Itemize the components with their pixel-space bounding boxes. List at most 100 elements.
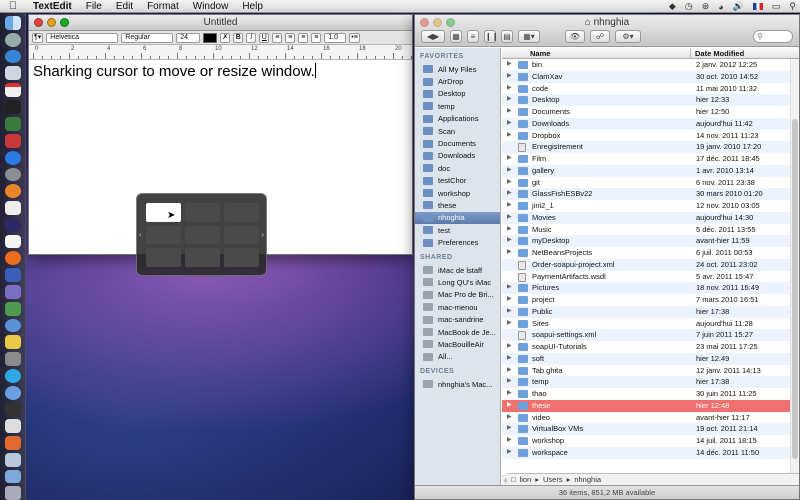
disclosure-triangle-icon[interactable]: ▶ [507, 388, 512, 400]
bold-button[interactable]: B [233, 32, 244, 43]
font-family-select[interactable]: Helvetica [46, 32, 119, 43]
blender-dock-icon[interactable] [4, 184, 21, 199]
time-machine-icon[interactable]: ◷ [685, 1, 693, 12]
app-dock-icon-yellow[interactable] [4, 335, 21, 350]
disclosure-triangle-icon[interactable]: ▶ [507, 235, 512, 247]
safari-dock-icon[interactable] [4, 49, 21, 64]
disclosure-triangle-icon[interactable]: ▶ [507, 177, 512, 189]
underline-button[interactable]: U [259, 32, 270, 43]
disclosure-triangle-icon[interactable]: ▶ [507, 435, 512, 447]
disclosure-triangle-icon[interactable]: ▶ [507, 153, 512, 165]
menu-window[interactable]: Window [186, 1, 236, 12]
sidebar-item[interactable]: Applications [415, 113, 500, 125]
disclosure-triangle-icon[interactable]: ▶ [507, 212, 512, 224]
file-row[interactable]: ▶ Desktop hier 12:33 [502, 94, 799, 106]
app-dock-icon-orange[interactable] [4, 436, 21, 450]
file-row[interactable]: soapui-settings.xml 7 juin 2011 15:27 [502, 329, 799, 341]
file-row[interactable]: ▶ NetBeansProjects 6 juil. 2011 00:53 [502, 247, 799, 259]
file-row[interactable]: PaymentArtifacts.wsdl 5 avr. 2011 15:47 [502, 271, 799, 283]
vertical-scrollbar[interactable] [790, 59, 799, 475]
file-row[interactable]: ▶ soapUI-Tutorials 23 mai 2011 17:25 [502, 341, 799, 353]
align-center-button[interactable]: ≡ [285, 32, 296, 43]
sidebar-item[interactable]: Preferences [415, 236, 500, 248]
app-dock-icon-blue[interactable] [4, 268, 21, 283]
name-column-header[interactable]: Name [530, 48, 550, 59]
close-button[interactable] [34, 18, 43, 27]
align-right-button[interactable]: ≡ [298, 32, 309, 43]
font-style-select[interactable]: Regular [121, 32, 174, 43]
input-source-flag-icon[interactable] [752, 3, 763, 10]
view-column-button[interactable]: ❙❙ [484, 29, 498, 43]
action-gear-button[interactable]: ⚙▾ [615, 29, 641, 43]
sidebar-item[interactable]: mac-menou [415, 301, 500, 313]
file-row[interactable]: ▶ project 7 mars 2010 16:51 [502, 294, 799, 306]
sidebar-item[interactable]: mac-sandrine [415, 313, 500, 325]
disclosure-triangle-icon[interactable]: ▶ [507, 423, 512, 435]
disclosure-triangle-icon[interactable]: ▶ [507, 94, 512, 106]
disclosure-triangle-icon[interactable]: ▶ [507, 71, 512, 83]
system-preferences-dock-icon[interactable] [4, 167, 21, 182]
disclosure-triangle-icon[interactable]: ▶ [507, 294, 512, 306]
layout-cell-middle-left[interactable] [146, 225, 181, 245]
file-row[interactable]: ▶ code 11 mai 2010 11:32 [502, 83, 799, 95]
disclosure-triangle-icon[interactable]: ▶ [507, 400, 512, 412]
file-row[interactable]: ▶ Downloads aujourd'hui 11:42 [502, 117, 799, 130]
activity-dock-icon[interactable] [4, 117, 21, 132]
file-row[interactable]: ▶ VirtualBox VMs 19 oct. 2011 21:14 [502, 423, 799, 435]
menu-app-name[interactable]: TextEdit [26, 1, 79, 12]
app-dock-icon-green[interactable] [4, 301, 21, 316]
switcher-right-arrow-icon[interactable]: › [261, 230, 264, 239]
zoom-button[interactable] [60, 18, 69, 27]
file-row[interactable]: ▶ myDesktop avant-hier 11:59 [502, 235, 799, 247]
finder-titlebar[interactable]: ⌂ nhnghia ◀▶ ▦ ≡ ❙❙ ▤ ▦▾ 👁 ☍ ⚙▾ ⚲ [415, 15, 799, 47]
file-row[interactable]: ▶ Tab ghita 12 janv. 2011 14:13 [502, 365, 799, 377]
launchpad-dock-icon[interactable] [4, 32, 21, 47]
sidebar-item[interactable]: MacBook de Je... [415, 326, 500, 338]
sidebar-item[interactable]: test [415, 224, 500, 236]
layout-cell-bottom-left[interactable] [146, 248, 181, 267]
sidebar-item[interactable]: nhnghia [415, 211, 500, 225]
vertical-scroll-thumb[interactable] [792, 119, 798, 459]
file-row[interactable]: ▶ ClamXav 30 oct. 2010 14:52 [502, 70, 799, 83]
disclosure-triangle-icon[interactable]: ▶ [507, 165, 512, 177]
sidebar-item[interactable]: Desktop [415, 88, 500, 100]
sidebar-item[interactable]: iMac de lstaff [415, 264, 500, 276]
date-column-header[interactable]: Date Modified [690, 48, 744, 59]
minimize-button[interactable] [47, 18, 56, 27]
disclosure-triangle-icon[interactable]: ▶ [507, 224, 512, 236]
app-dock-icon-red[interactable] [4, 134, 21, 148]
layout-cell-bottom-center[interactable] [185, 248, 220, 267]
ruler[interactable]: 0 2 4 6 8 10 12 14 16 18 20 [29, 45, 412, 60]
app-dock-icon-purple[interactable] [4, 285, 21, 299]
view-icon-button[interactable]: ▦ [450, 29, 462, 43]
file-row[interactable]: ▶ Public hier 17:38 [502, 305, 799, 318]
file-row[interactable]: ▶ Movies aujourd'hui 14:30 [502, 211, 799, 224]
switcher-left-arrow-icon[interactable]: ‹ [139, 230, 142, 239]
app-dock-icon-gray[interactable] [4, 352, 21, 366]
disclosure-triangle-icon[interactable]: ▶ [507, 130, 512, 142]
sidebar-item[interactable]: All... [415, 351, 500, 363]
disclosure-triangle-icon[interactable]: ▶ [507, 341, 512, 353]
menu-file[interactable]: File [79, 1, 109, 12]
bluetooth-icon[interactable]: ⊛ [702, 1, 710, 12]
line-spacing-select[interactable]: 1.0 [324, 32, 347, 43]
volume-icon[interactable]: 🔊 [733, 1, 744, 12]
file-row[interactable]: Enregistrement 19 janv. 2010 17:20 [502, 141, 799, 153]
file-row[interactable]: ▶ Sites aujourd'hui 11:28 [502, 318, 799, 330]
sidebar-item[interactable]: AirDrop [415, 75, 500, 87]
arrange-button[interactable]: ▦▾ [518, 29, 540, 43]
file-row[interactable]: Order-soapui-project.xml 24 oct. 2011 23:… [502, 258, 799, 271]
documents-stack-dock-icon[interactable] [4, 452, 21, 467]
share-button[interactable]: ☍ [590, 29, 610, 43]
sidebar-item[interactable]: All My Files [415, 63, 500, 75]
file-row[interactable]: ▶ workshop 14 juil. 2011 18:15 [502, 435, 799, 447]
wifi-icon[interactable]: ◕ [718, 2, 723, 12]
layout-cell-top-right[interactable] [224, 203, 259, 222]
layout-cell-top-left[interactable] [146, 203, 181, 222]
sidebar-item[interactable]: doc [415, 162, 500, 174]
app-dock-icon-globe[interactable] [4, 318, 21, 333]
list-button[interactable]: •≡ [349, 32, 360, 43]
disclosure-triangle-icon[interactable]: ▶ [507, 282, 512, 294]
menu-format[interactable]: Format [140, 1, 186, 12]
view-list-button[interactable]: ≡ [467, 29, 479, 43]
